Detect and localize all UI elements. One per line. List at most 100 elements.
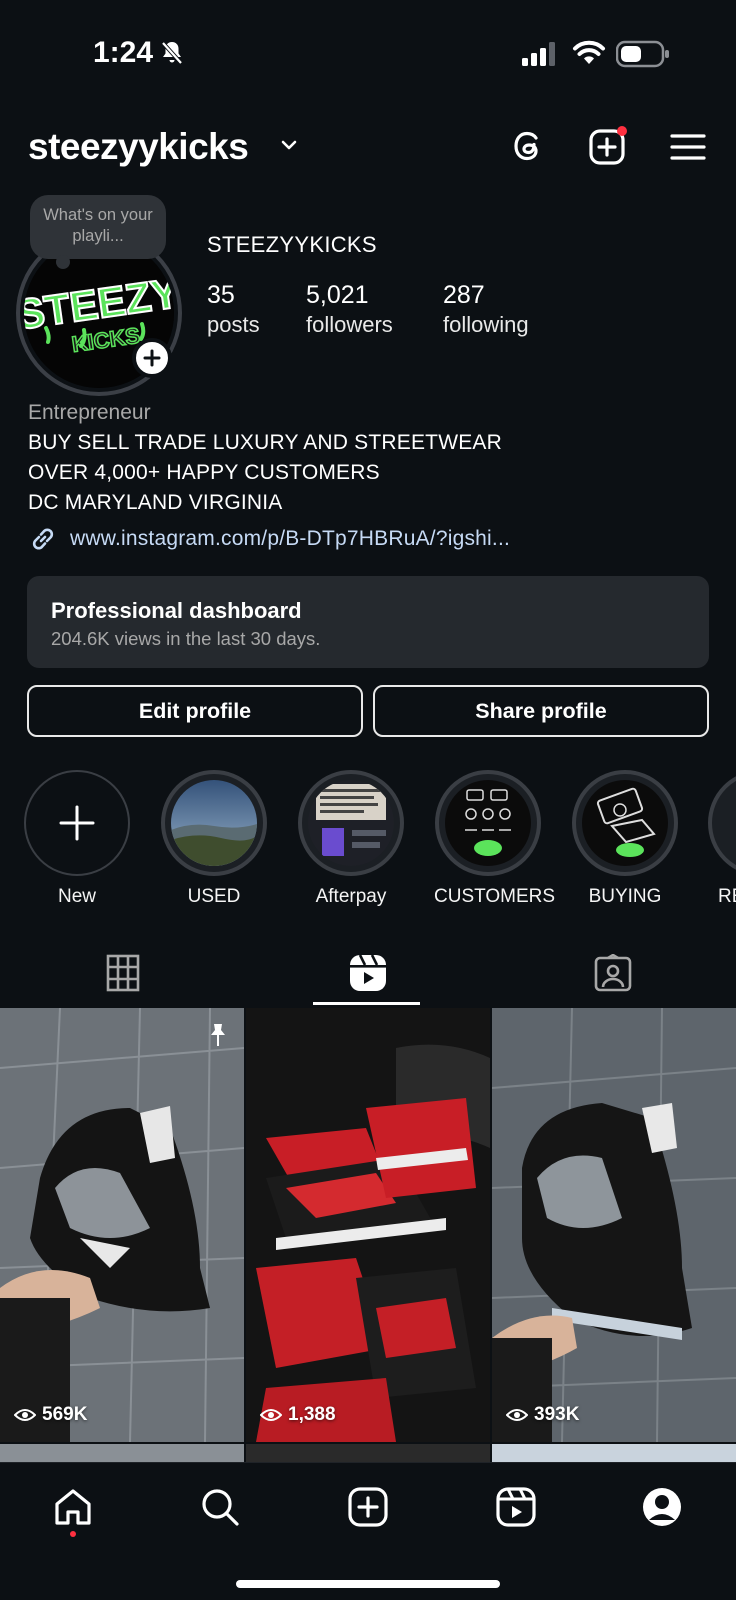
highlight-customers[interactable]: CUSTOMERS [434, 770, 556, 908]
stat-label: following [443, 312, 529, 337]
eye-icon [14, 1409, 36, 1421]
pin-icon [211, 1024, 225, 1046]
highlight-circle [435, 770, 541, 876]
highlight-circle [298, 770, 404, 876]
nav-home[interactable] [49, 1483, 97, 1531]
highlight-label: Afterpay [315, 886, 387, 907]
reel-views-text: 1,388 [288, 1404, 336, 1425]
chevron-down-icon[interactable] [280, 138, 298, 152]
stat-followers[interactable]: 5,021 followers [306, 280, 393, 340]
cellular-signal-icon [522, 42, 555, 66]
create-post-button[interactable] [588, 126, 628, 166]
profile-header: steezyykicks [0, 120, 736, 180]
reel-thumbnail-image [492, 1008, 736, 1442]
dashboard-subtitle: 204.6K views in the last 30 days. [51, 628, 321, 649]
stat-label: followers [306, 312, 393, 337]
note-bubble[interactable]: What's on your playli... [30, 195, 166, 269]
reel-thumbnail-image [246, 1008, 490, 1442]
grid-icon [106, 954, 139, 992]
stat-posts[interactable]: 35 posts [207, 280, 260, 340]
nav-reels[interactable] [492, 1483, 540, 1531]
status-time: 1:24 [93, 36, 154, 69]
highlight-new-circle [24, 770, 130, 876]
tagged-icon [594, 954, 631, 992]
eye-icon [260, 1409, 282, 1421]
reels-icon [349, 954, 386, 991]
link-icon [32, 528, 54, 550]
reel-thumbnail-next-row[interactable] [246, 1444, 490, 1462]
plus-icon [143, 349, 161, 367]
stat-count: 287 [443, 281, 485, 309]
bell-off-icon [161, 41, 183, 65]
reel-thumbnail[interactable]: 569K [0, 1008, 244, 1442]
search-icon [202, 1489, 239, 1526]
bio-line: DC MARYLAND VIRGINIA [28, 491, 283, 514]
home-icon [55, 1489, 91, 1525]
highlight-partial[interactable]: RE [708, 770, 736, 908]
reel-thumbnail[interactable]: 393K [492, 1008, 736, 1442]
home-notification-dot [70, 1531, 76, 1537]
highlight-circle [708, 770, 736, 876]
reels-grid: 569K 1,388 393K [0, 1008, 736, 1462]
profile-display-name: STEEZYYKICKS [207, 232, 377, 257]
highlight-label: New [57, 886, 96, 907]
nav-profile[interactable] [638, 1483, 686, 1531]
create-icon [348, 1487, 388, 1527]
reel-view-count: 1,388 [260, 1404, 336, 1426]
highlight-circle [161, 770, 267, 876]
reel-thumbnail-next-row[interactable] [0, 1444, 244, 1462]
reel-views-text: 569K [42, 1404, 88, 1425]
tab-reels[interactable] [245, 938, 490, 1008]
wifi-icon [573, 40, 605, 64]
highlight-new[interactable]: New [23, 770, 131, 908]
share-profile-button[interactable]: Share profile [373, 685, 709, 737]
battery-icon [616, 40, 669, 68]
highlight-cover-buying [582, 780, 668, 866]
highlight-label: BUYING [588, 886, 662, 907]
highlight-cover-customers [445, 780, 531, 866]
nav-create[interactable] [344, 1483, 392, 1531]
active-tab-indicator [313, 1002, 420, 1005]
highlight-cover-landscape [171, 780, 257, 866]
reel-views-text: 393K [534, 1404, 580, 1425]
highlight-afterpay[interactable]: Afterpay [297, 770, 405, 908]
highlight-label: USED [187, 886, 241, 907]
profile-icon [643, 1488, 681, 1526]
highlight-buying[interactable]: BUYING [571, 770, 679, 908]
highlight-cover-screenshot [308, 780, 394, 866]
highlight-label: RE [718, 886, 736, 907]
highlight-used[interactable]: USED [160, 770, 268, 908]
highlight-circle [572, 770, 678, 876]
reel-view-count: 569K [14, 1404, 87, 1426]
tab-tagged[interactable] [490, 938, 735, 1008]
stat-count: 5,021 [306, 281, 369, 309]
reel-thumbnail[interactable]: 1,388 [246, 1008, 490, 1442]
account-switcher-username[interactable]: steezyykicks [28, 126, 249, 168]
dashboard-title: Professional dashboard [51, 598, 302, 623]
nav-search[interactable] [196, 1483, 244, 1531]
tab-grid[interactable] [0, 938, 245, 1008]
add-story-button[interactable] [132, 338, 172, 378]
reel-thumbnail-next-row[interactable] [492, 1444, 736, 1462]
reel-view-count: 393K [506, 1404, 579, 1426]
professional-dashboard-card[interactable]: Professional dashboard 204.6K views in t… [27, 576, 709, 668]
bio-line: BUY SELL TRADE LUXURY AND STREETWEAR [28, 431, 503, 454]
content-tabs [0, 938, 736, 1008]
highlight-label: CUSTOMERS [434, 886, 556, 907]
edit-profile-button[interactable]: Edit profile [27, 685, 363, 737]
reel-thumbnail-image [0, 1008, 244, 1442]
reels-icon [496, 1487, 536, 1527]
status-bar: 1:24 [0, 0, 736, 110]
home-indicator[interactable] [236, 1580, 500, 1588]
stat-following[interactable]: 287 following [443, 280, 529, 340]
profile-link-text[interactable]: www.instagram.com/p/B-DTp7HBRuA/?igshi..… [70, 527, 510, 551]
eye-icon [506, 1409, 528, 1421]
profile-link[interactable]: www.instagram.com/p/B-DTp7HBRuA/?igshi..… [28, 524, 510, 554]
menu-hamburger-icon[interactable] [668, 126, 708, 166]
profile-bio: Entrepreneur BUY SELL TRADE LUXURY AND S… [28, 398, 718, 518]
plus-icon [59, 805, 95, 841]
bio-line: OVER 4,000+ HAPPY CUSTOMERS [28, 461, 380, 484]
plus-square-icon [589, 126, 627, 165]
stat-label: posts [207, 312, 260, 337]
threads-icon[interactable] [508, 126, 548, 166]
